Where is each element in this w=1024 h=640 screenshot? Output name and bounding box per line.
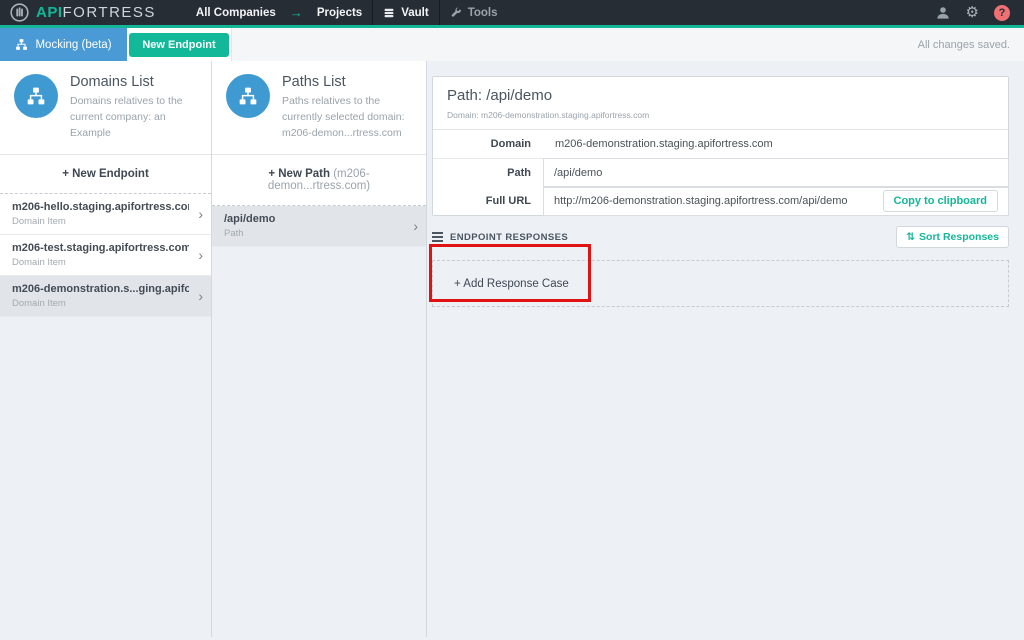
domain-field-row: Domain m206-demonstration.staging.apifor…: [433, 130, 1008, 159]
chevron-right-icon: ›: [198, 288, 203, 304]
paths-panel-description: Paths relatives to the currently selecte…: [282, 94, 412, 141]
paths-column: Paths List Paths relatives to the curren…: [212, 61, 427, 637]
wrench-icon: [450, 7, 462, 19]
full-url-field-row: Full URL http://m206-demonstration.stagi…: [433, 187, 1008, 215]
path-title: Path: /api/demo: [447, 87, 994, 104]
gear-icon[interactable]: ⚙: [966, 5, 979, 20]
nav-tools[interactable]: Tools: [440, 0, 508, 25]
path-field-row: Path /api/demo: [433, 159, 1008, 187]
user-icon[interactable]: [935, 5, 951, 21]
copy-to-clipboard-button[interactable]: Copy to clipboard: [883, 190, 999, 212]
path-field-label: Path: [433, 159, 543, 187]
domain-field-value: m206-demonstration.staging.apifortress.c…: [543, 130, 773, 158]
navbar-menu: All Companies → Projects Vault: [186, 0, 508, 25]
app-logo: API FORTRESS: [0, 0, 170, 25]
paths-panel-icon: [226, 74, 270, 118]
domain-list-item[interactable]: m206-hello.staging.apifortress.com Domai…: [0, 194, 211, 235]
path-list-item-selected[interactable]: /api/demo Path ›: [212, 206, 426, 247]
domains-panel-header: Domains List Domains relatives to the cu…: [0, 61, 211, 155]
full-url-value: http://m206-demonstration.staging.apifor…: [554, 195, 883, 207]
main-content: Domains List Domains relatives to the cu…: [0, 61, 1024, 637]
endpoint-responses-bar: Endpoint Responses ⇅ Sort Responses: [432, 226, 1009, 248]
paths-column-filler: [212, 247, 426, 637]
domain-field-label: Domain: [433, 130, 543, 158]
save-status-area: All changes saved.: [232, 28, 1024, 61]
path-details-area: Path: /api/demo Domain: m206-demonstrati…: [427, 61, 1024, 637]
domains-panel-icon: [14, 74, 58, 118]
endpoint-responses-heading: Endpoint Responses: [432, 232, 568, 243]
logo-text-fortress: FORTRESS: [63, 4, 156, 21]
nav-projects[interactable]: Projects: [307, 0, 372, 25]
endpoint-responses-label: Endpoint Responses: [450, 232, 568, 243]
sort-responses-button[interactable]: ⇅ Sort Responses: [896, 226, 1009, 248]
new-endpoint-area: New Endpoint: [127, 28, 232, 61]
domains-panel-title: Domains List: [70, 74, 197, 90]
top-navbar: API FORTRESS All Companies → Projects Va…: [0, 0, 1024, 28]
full-url-field-input[interactable]: http://m206-demonstration.staging.apifor…: [543, 186, 1009, 216]
logo-text-api: API: [36, 4, 63, 21]
hamburger-icon: [432, 232, 443, 242]
domain-list-item-selected[interactable]: m206-demonstration.s...ging.apifortress.…: [0, 276, 211, 317]
new-endpoint-button[interactable]: New Endpoint: [129, 33, 228, 57]
navbar-right: ⚙ ?: [935, 0, 1024, 25]
paths-panel-header: Paths List Paths relatives to the curren…: [212, 61, 426, 155]
domains-column-filler: [0, 317, 211, 637]
tab-mocking[interactable]: Mocking (beta): [0, 28, 127, 61]
domains-column: Domains List Domains relatives to the cu…: [0, 61, 212, 637]
path-field-input[interactable]: /api/demo: [543, 158, 1009, 188]
sort-icon: ⇅: [906, 231, 915, 243]
path-details-header: Path: /api/demo Domain: m206-demonstrati…: [433, 77, 1008, 130]
sitemap-icon: [26, 86, 46, 106]
path-details-panel: Path: /api/demo Domain: m206-demonstrati…: [432, 76, 1009, 216]
add-response-case-button[interactable]: + Add Response Case: [432, 260, 1009, 307]
new-path-link[interactable]: + New Path (m206-demon...rtress.com): [212, 155, 426, 206]
path-subtitle: Domain: m206-demonstration.staging.apifo…: [447, 110, 994, 120]
help-icon[interactable]: ?: [994, 5, 1010, 21]
chevron-right-icon: ›: [198, 247, 203, 263]
nav-vault[interactable]: Vault: [373, 0, 438, 25]
chevron-right-icon: ›: [198, 206, 203, 222]
save-status: All changes saved.: [918, 39, 1010, 51]
chevron-right-icon: ›: [413, 218, 418, 234]
vault-icon: [383, 7, 395, 19]
sitemap-icon: [15, 38, 28, 51]
nav-all-companies[interactable]: All Companies: [186, 0, 286, 25]
full-url-field-label: Full URL: [433, 187, 543, 215]
tab-bar: Mocking (beta) New Endpoint All changes …: [0, 28, 1024, 61]
domains-panel-description: Domains relatives to the current company…: [70, 94, 197, 141]
new-endpoint-link[interactable]: + New Endpoint: [0, 155, 211, 194]
domain-list-item[interactable]: m206-test.staging.apifortress.com Domain…: [0, 235, 211, 276]
paths-panel-title: Paths List: [282, 74, 412, 90]
breadcrumb-arrow-icon: →: [286, 0, 307, 25]
sitemap-icon: [238, 86, 258, 106]
apifortress-logo-icon: [10, 3, 29, 22]
